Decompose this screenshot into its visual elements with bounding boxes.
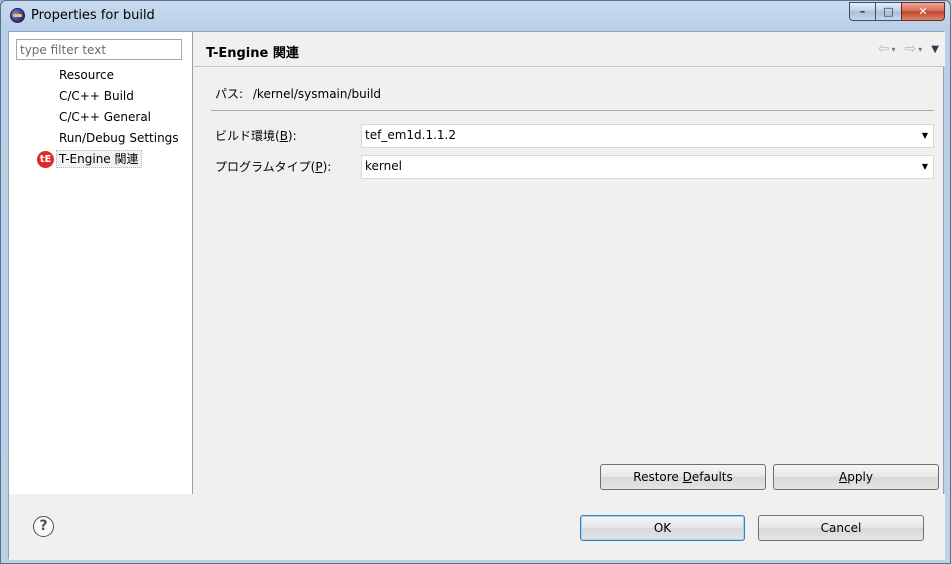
title-bar[interactable]: Properties for build – □ ✕: [1, 1, 950, 31]
t-engine-icon: tE: [37, 151, 54, 168]
forward-arrow-icon[interactable]: ⇨: [905, 41, 917, 57]
tree-item-t-engine[interactable]: tE T-Engine 関連: [9, 149, 193, 170]
back-history-dropdown-icon[interactable]: ▾: [892, 45, 896, 54]
tree-item-label: Run/Debug Settings: [59, 131, 179, 145]
page-header: T-Engine 関連 ⇦ ▾ ⇨ ▾ ▼: [194, 32, 945, 67]
page-title: T-Engine 関連: [206, 46, 299, 61]
tree-item-resource[interactable]: Resource: [9, 65, 193, 86]
tree-item-label: Resource: [59, 68, 115, 82]
filter-input[interactable]: [16, 39, 182, 60]
chevron-down-icon: ▼: [921, 162, 928, 171]
property-tree: Resource C/C++ Build C/C++ General Run/D…: [9, 65, 193, 170]
dialog-footer: ? OK Cancel: [9, 494, 945, 560]
minimize-button[interactable]: –: [849, 2, 875, 21]
apply-button[interactable]: Apply: [773, 464, 939, 490]
properties-dialog: Properties for build – □ ✕ Resource C/C+…: [0, 0, 951, 564]
help-icon[interactable]: ?: [33, 516, 54, 537]
build-env-select[interactable]: tef_em1d.1.1.2 ▼: [361, 124, 934, 148]
path-row: パス: /kernel/sysmain/build: [215, 85, 381, 102]
program-type-row: プログラムタイプ(P): kernel ▼: [215, 155, 934, 179]
tree-item-label: C/C++ Build: [59, 89, 134, 103]
forward-history-dropdown-icon[interactable]: ▾: [918, 45, 922, 54]
tree-item-label: C/C++ General: [59, 110, 152, 124]
build-env-row: ビルド環境(B): tef_em1d.1.1.2 ▼: [215, 124, 934, 148]
program-type-select[interactable]: kernel ▼: [361, 155, 934, 179]
tree-item-label: T-Engine 関連: [56, 150, 142, 168]
tree-item-run-debug-settings[interactable]: Run/Debug Settings: [9, 128, 193, 149]
page-navigation: ⇦ ▾ ⇨ ▾ ▼: [875, 41, 941, 57]
close-button[interactable]: ✕: [901, 2, 945, 21]
maximize-button[interactable]: □: [875, 2, 901, 21]
build-env-label: ビルド環境(B):: [215, 129, 297, 143]
program-type-value: kernel: [365, 159, 402, 173]
window-title: Properties for build: [31, 8, 155, 23]
path-value: /kernel/sysmain/build: [252, 87, 382, 101]
build-env-value: tef_em1d.1.1.2: [365, 128, 456, 142]
tree-item-cpp-general[interactable]: C/C++ General: [9, 107, 193, 128]
property-page: T-Engine 関連 ⇦ ▾ ⇨ ▾ ▼ パス: /kernel/sysmai…: [194, 32, 945, 494]
ok-button[interactable]: OK: [580, 515, 745, 541]
window-controls: – □ ✕: [849, 2, 945, 21]
property-tree-pane: Resource C/C++ Build C/C++ General Run/D…: [9, 32, 193, 494]
chevron-down-icon: ▼: [921, 131, 928, 140]
separator: [211, 110, 934, 111]
program-type-label: プログラムタイプ(P):: [215, 160, 332, 174]
restore-defaults-button[interactable]: Restore Defaults: [600, 464, 766, 490]
tree-item-cpp-build[interactable]: C/C++ Build: [9, 86, 193, 107]
eclipse-icon: [10, 8, 25, 23]
dialog-client: Resource C/C++ Build C/C++ General Run/D…: [8, 31, 945, 560]
cancel-button[interactable]: Cancel: [758, 515, 924, 541]
view-menu-icon[interactable]: ▼: [931, 44, 939, 55]
back-arrow-icon[interactable]: ⇦: [878, 41, 890, 57]
path-label: パス:: [215, 87, 244, 101]
